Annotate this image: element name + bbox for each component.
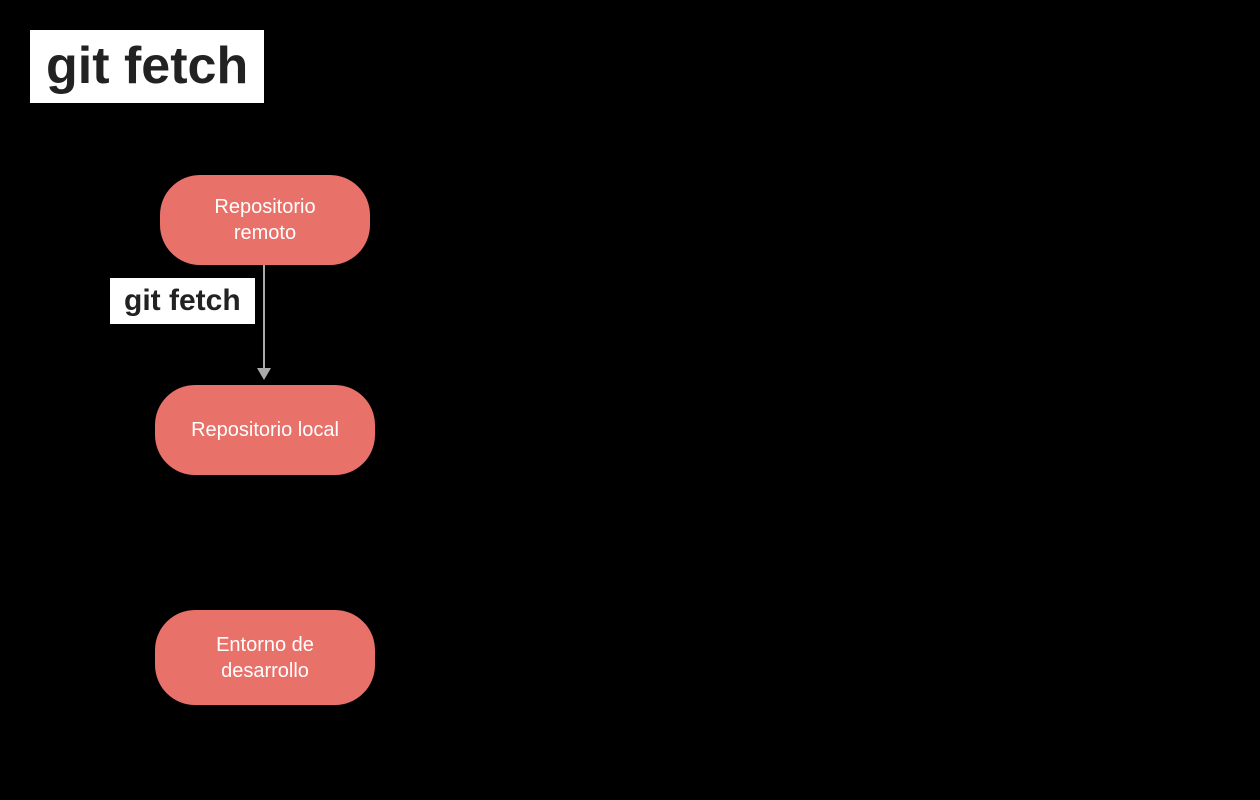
left-fetch-label-text: git fetch bbox=[124, 284, 241, 317]
left-node-remote: Repositorioremoto bbox=[160, 175, 370, 265]
main-container: git fetch Repositorioremoto git fetch Re… bbox=[0, 0, 1260, 800]
left-arrow-1 bbox=[257, 368, 271, 380]
left-title-text: git fetch bbox=[46, 37, 248, 95]
left-title-box: git fetch bbox=[30, 30, 264, 103]
left-local-label: Repositorio local bbox=[191, 417, 339, 443]
left-node-local: Repositorio local bbox=[155, 385, 375, 475]
left-diagram: git fetch Repositorioremoto git fetch Re… bbox=[0, 0, 630, 800]
left-node-entorno: Entorno dedesarrollo bbox=[155, 610, 375, 705]
left-connector-1 bbox=[263, 265, 265, 370]
left-remote-label: Repositorioremoto bbox=[214, 194, 315, 246]
left-entorno-label: Entorno dedesarrollo bbox=[216, 632, 314, 684]
left-label-fetch-box: git fetch bbox=[110, 278, 255, 324]
